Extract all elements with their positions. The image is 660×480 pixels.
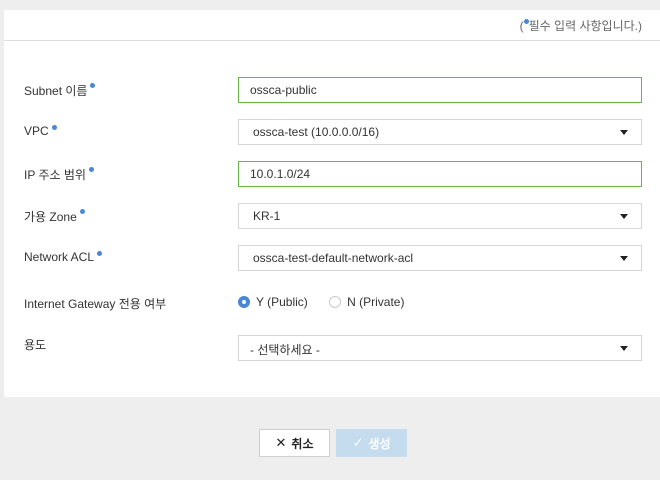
network-acl-select[interactable]: ossca-test-default-network-acl <box>238 245 642 271</box>
internet-gateway-radio-group: Y (Public) N (Private) <box>238 295 422 311</box>
network-acl-label: Network ACL <box>24 250 103 264</box>
ip-range-label-text: IP 주소 범위 <box>24 168 86 182</box>
subnet-name-row: Subnet 이름 ossca-public <box>24 77 642 103</box>
network-acl-value: ossca-test-default-network-acl <box>253 251 414 265</box>
vpc-select[interactable]: ossca-test (10.0.0.0/16) <box>238 119 642 145</box>
required-dot-icon <box>88 167 94 172</box>
vpc-label-text: VPC <box>24 124 49 138</box>
check-icon: ✓ <box>352 435 364 450</box>
subnet-name-label: Subnet 이름 <box>24 82 96 99</box>
zone-select[interactable]: KR-1 <box>238 203 642 229</box>
purpose-select[interactable]: - 선택하세요 - <box>238 335 642 361</box>
ip-range-label: IP 주소 범위 <box>24 166 94 183</box>
close-icon: ✕ <box>275 435 287 450</box>
required-dot-icon <box>90 83 96 88</box>
chevron-down-icon <box>620 214 628 219</box>
radio-private[interactable]: N (Private) <box>329 295 404 309</box>
network-acl-label-text: Network ACL <box>24 250 95 264</box>
panel-header: (필수 입력 사항입니다.) <box>4 10 660 41</box>
ip-range-row: IP 주소 범위 10.0.1.0/24 <box>24 161 642 187</box>
ip-range-input[interactable]: 10.0.1.0/24 <box>238 161 642 187</box>
radio-private-label: N (Private) <box>347 295 405 309</box>
ip-range-value: 10.0.1.0/24 <box>250 167 311 181</box>
zone-value: KR-1 <box>253 209 281 223</box>
subnet-name-label-text: Subnet 이름 <box>24 84 88 98</box>
chevron-down-icon <box>620 256 628 261</box>
network-acl-row: Network ACL ossca-test-default-network-a… <box>24 245 642 271</box>
internet-gateway-label: Internet Gateway 전용 여부 <box>24 297 167 311</box>
radio-public-label: Y (Public) <box>256 295 308 309</box>
required-note: (필수 입력 사항입니다.) <box>520 17 642 34</box>
subnet-name-value: ossca-public <box>250 83 317 97</box>
create-button-label: 생성 <box>368 436 391 451</box>
radio-selected-icon <box>238 296 250 308</box>
zone-label: 가용 Zone <box>24 208 85 225</box>
create-button[interactable]: ✓ 생성 <box>336 429 407 457</box>
vpc-row: VPC ossca-test (10.0.0.0/16) <box>24 119 642 145</box>
subnet-name-input[interactable]: ossca-public <box>238 77 642 103</box>
chevron-down-icon <box>620 346 628 351</box>
zone-row: 가용 Zone KR-1 <box>24 203 642 229</box>
required-dot-icon <box>79 209 85 214</box>
purpose-value: - 선택하세요 - <box>250 343 320 357</box>
cancel-button[interactable]: ✕ 취소 <box>259 429 330 457</box>
vpc-value: ossca-test (10.0.0.0/16) <box>253 125 380 139</box>
vpc-label: VPC <box>24 124 57 138</box>
purpose-row: 용도 - 선택하세요 - <box>24 335 642 361</box>
zone-label-text: 가용 Zone <box>24 210 77 224</box>
radio-public[interactable]: Y (Public) <box>238 295 308 309</box>
chevron-down-icon <box>620 130 628 135</box>
required-dot-icon <box>97 251 103 256</box>
subnet-form-panel: (필수 입력 사항입니다.) Subnet 이름 ossca-public VP… <box>4 10 660 397</box>
internet-gateway-row: Internet Gateway 전용 여부 Y (Public) N (Pri… <box>24 290 642 316</box>
purpose-label: 용도 <box>24 338 47 352</box>
radio-unselected-icon <box>329 296 342 308</box>
required-note-text: 필수 입력 사항입니다.) <box>528 19 642 33</box>
cancel-button-label: 취소 <box>291 436 314 451</box>
required-dot-icon <box>51 125 57 130</box>
